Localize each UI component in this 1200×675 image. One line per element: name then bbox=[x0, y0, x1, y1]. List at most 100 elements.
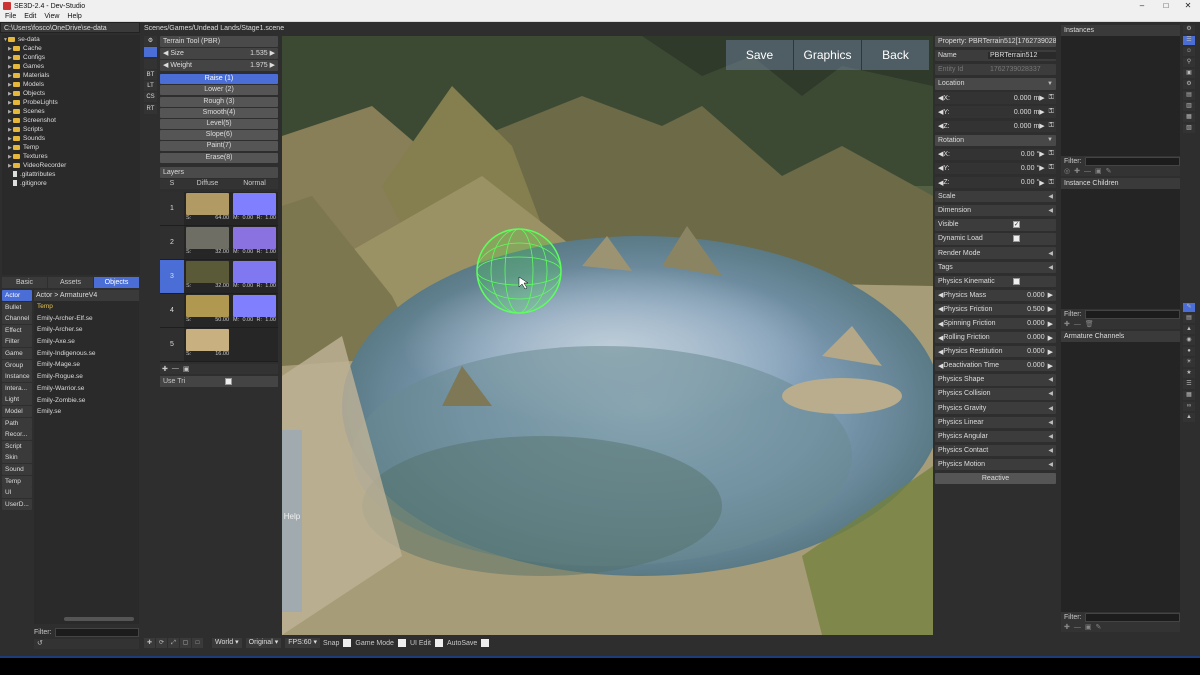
side-tool-button[interactable]: BT bbox=[144, 69, 157, 80]
terrain-mode-button[interactable]: Raise (1) bbox=[160, 74, 278, 85]
cube-icon[interactable]: ▲ bbox=[1183, 325, 1195, 334]
category-item[interactable]: Recor... bbox=[2, 429, 32, 441]
remove-layer-icon[interactable]: — bbox=[172, 365, 179, 372]
flame-icon[interactable]: ▲ bbox=[1183, 413, 1195, 422]
category-item[interactable]: Temp bbox=[2, 475, 32, 487]
close-icon[interactable]: ✕ bbox=[1176, 0, 1200, 12]
tree-file[interactable]: .gitattributes bbox=[2, 170, 140, 179]
size-slider[interactable]: ◀ Size 1.535 ▶ bbox=[160, 48, 278, 59]
add-icon[interactable]: ✚ bbox=[1064, 623, 1070, 631]
rotate-icon[interactable]: ⟳ bbox=[156, 638, 167, 648]
category-item[interactable]: Channel bbox=[2, 313, 32, 325]
visible-checkbox[interactable]: ✓ bbox=[1013, 221, 1020, 229]
image-icon[interactable]: ▣ bbox=[183, 365, 190, 373]
tab-assets[interactable]: Assets bbox=[48, 277, 93, 288]
layer-row[interactable]: 5 S: 16.00 bbox=[160, 327, 278, 362]
location-section[interactable]: Location ▼ bbox=[935, 78, 1056, 90]
tree-folder[interactable]: ▶ ProbeLights bbox=[2, 98, 140, 107]
right-arrow-icon[interactable]: ▶ bbox=[1048, 362, 1053, 370]
terrain-mode-button[interactable]: Rough (3) bbox=[160, 96, 278, 107]
physics-value[interactable]: 0.000 bbox=[1027, 292, 1045, 299]
physics-group-section[interactable]: Physics Shape ◀ bbox=[935, 374, 1056, 386]
tool-icon[interactable]: ☰ bbox=[1183, 36, 1195, 45]
children-filter-input[interactable] bbox=[1084, 309, 1180, 319]
menu-view[interactable]: View bbox=[44, 13, 59, 20]
tree-folder[interactable]: ▶ Games bbox=[2, 62, 140, 71]
dynamic-load-checkbox[interactable] bbox=[1013, 235, 1020, 243]
rot-right-icon[interactable]: ▶ bbox=[1039, 164, 1044, 172]
edit-icon[interactable]: ✎ bbox=[1106, 167, 1112, 175]
layer-row[interactable]: 4 S: 50.00 M: 0.00 R: 1.00 bbox=[160, 293, 278, 328]
lock-icon[interactable]: ⚿ bbox=[1049, 150, 1054, 158]
rot-value[interactable]: 0.00 bbox=[1021, 151, 1035, 158]
side-tool-button[interactable] bbox=[144, 47, 157, 58]
armature-filter-input[interactable] bbox=[1084, 612, 1180, 622]
side-tool-button[interactable]: ⚙ bbox=[144, 36, 157, 46]
weight-slider[interactable]: ◀ Weight 1.975 ▶ bbox=[160, 60, 278, 71]
doc-icon[interactable]: ▧ bbox=[1183, 124, 1195, 133]
side-tool-button[interactable]: RT bbox=[144, 103, 157, 114]
tab-objects[interactable]: Objects bbox=[94, 277, 139, 288]
layer-diffuse[interactable]: S: 32.00 bbox=[184, 226, 231, 259]
actor-item[interactable]: Emily-Axe.se bbox=[34, 336, 139, 348]
save-button[interactable]: Save bbox=[726, 40, 793, 70]
tree-folder[interactable]: ▶ Scripts bbox=[2, 125, 140, 134]
layer-row[interactable]: 1 S: 64.00 M: 0.00 R: 1.00 bbox=[160, 191, 278, 226]
tool-icon[interactable]: ⚙ bbox=[1183, 25, 1195, 34]
tree-folder[interactable]: ▶ Textures bbox=[2, 152, 140, 161]
link-icon[interactable]: ∞ bbox=[1183, 402, 1195, 411]
pin-icon[interactable]: ⚲ bbox=[1183, 58, 1195, 67]
physics-group-section[interactable]: Physics Gravity ◀ bbox=[935, 402, 1056, 414]
category-item[interactable]: Effect bbox=[2, 324, 32, 336]
help-tab[interactable]: Help bbox=[282, 430, 302, 612]
scale-icon[interactable]: ⤢ bbox=[168, 638, 179, 648]
tree-folder[interactable]: ▶ Scenes bbox=[2, 107, 140, 116]
lock-icon[interactable]: ⚿ bbox=[1049, 108, 1054, 116]
physics-value[interactable]: 0.000 bbox=[1027, 348, 1045, 355]
actor-scrollbar[interactable] bbox=[64, 617, 134, 621]
actor-item[interactable]: Emily-Zombie.se bbox=[34, 395, 139, 407]
snap-checkbox[interactable] bbox=[343, 639, 352, 647]
layer-normal[interactable] bbox=[231, 328, 278, 361]
select-icon[interactable]: □ bbox=[192, 638, 203, 648]
add-icon[interactable]: ✚ bbox=[1074, 167, 1080, 175]
physics-value[interactable]: 0.000 bbox=[1027, 362, 1045, 369]
layer-normal[interactable]: M: 0.00 R: 1.00 bbox=[231, 226, 278, 259]
target-icon[interactable]: ◎ bbox=[1064, 167, 1070, 175]
folder-path[interactable]: C:\Users\fosco\OneDrive\se-data bbox=[0, 22, 140, 33]
category-item[interactable]: Game bbox=[2, 347, 32, 359]
menu-file[interactable]: File bbox=[5, 13, 16, 20]
layer-normal[interactable]: M: 0.00 R: 1.00 bbox=[231, 192, 278, 225]
physics-group-section[interactable]: Physics Angular ◀ bbox=[935, 430, 1056, 442]
tree-folder[interactable]: ▶ Cache bbox=[2, 44, 140, 53]
grid-icon[interactable]: ▦ bbox=[1183, 391, 1195, 400]
move-icon[interactable]: ✚ bbox=[144, 638, 155, 648]
category-item[interactable]: Skin bbox=[2, 452, 32, 464]
copy-icon[interactable]: ▣ bbox=[1085, 623, 1092, 631]
category-item[interactable]: Intera... bbox=[2, 382, 32, 394]
figure-icon[interactable]: ★ bbox=[1183, 369, 1195, 378]
physics-kinematic-checkbox[interactable] bbox=[1013, 277, 1020, 285]
terrain-mode-button[interactable]: Slope(6) bbox=[160, 130, 278, 141]
physics-group-section[interactable]: Physics Collision ◀ bbox=[935, 388, 1056, 400]
tree-folder[interactable]: ▶ Materials bbox=[2, 71, 140, 80]
tree-folder[interactable]: ▶ Models bbox=[2, 80, 140, 89]
game-mode-checkbox[interactable] bbox=[397, 639, 406, 647]
tab-basic[interactable]: Basic bbox=[2, 277, 47, 288]
scene-viewport[interactable]: Save Graphics Back Help bbox=[282, 36, 933, 635]
tree-folder[interactable]: ▶ Temp bbox=[2, 143, 140, 152]
gear-icon[interactable]: ⚙ bbox=[1183, 80, 1195, 89]
category-item[interactable]: Sound bbox=[2, 463, 32, 475]
layer-normal[interactable]: M: 0.00 R: 1.00 bbox=[231, 260, 278, 293]
remove-icon[interactable]: — bbox=[1074, 624, 1081, 631]
lock-icon[interactable]: ⚿ bbox=[1049, 94, 1054, 102]
terrain-mode-button[interactable]: Lower (2) bbox=[160, 85, 278, 96]
category-item[interactable]: Group bbox=[2, 359, 32, 371]
list-icon[interactable]: ☰ bbox=[1183, 380, 1195, 389]
physics-value[interactable]: 0.000 bbox=[1027, 320, 1045, 327]
tree-file[interactable]: .gitignore bbox=[2, 179, 140, 188]
category-item[interactable]: UserD... bbox=[2, 498, 32, 510]
side-tool-button[interactable] bbox=[144, 58, 157, 69]
category-item[interactable]: Path bbox=[2, 417, 32, 429]
scale-section[interactable]: Scale ◀ bbox=[935, 191, 1056, 203]
